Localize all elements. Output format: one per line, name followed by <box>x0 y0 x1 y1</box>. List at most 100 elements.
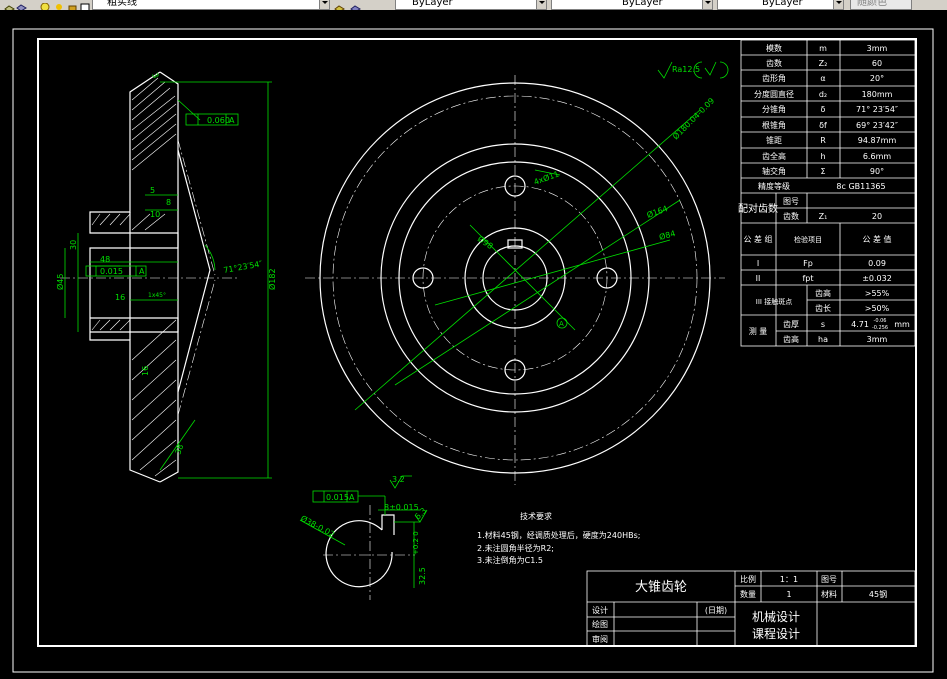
measure-lower-tol: -0.256 <box>872 325 888 331</box>
params-table-text: 模数 m 3mm 齿数 Z₂ 60 齿形角 α 20° 分度圆直径 d₂ 180… <box>738 43 910 344</box>
lock-icon[interactable] <box>67 0 78 10</box>
date-label: (日期) <box>705 606 727 615</box>
tech-requirements: 技术要求 1.材料45钢，经调质处理后，硬度为240HBs; 2.未注圆角半径为… <box>477 511 640 565</box>
chevron-down-icon[interactable] <box>833 0 843 9</box>
measure-value: 4.71 <box>851 320 869 329</box>
param-val: 94.87mm <box>858 136 897 145</box>
chamfer-label: 1x45° <box>148 292 166 299</box>
len48-label: 48 <box>100 255 110 264</box>
param-sym: d₂ <box>819 90 827 99</box>
chevron-down-icon[interactable] <box>536 0 546 9</box>
tol-value: ±0.032 <box>862 274 892 283</box>
phi84-label: Ø84 <box>658 228 677 242</box>
mating-drawing-no-label: 图号 <box>783 197 799 206</box>
keyway-datum-label: A <box>349 493 355 502</box>
hatching <box>91 77 177 477</box>
param-sym: m <box>819 44 827 53</box>
plotstyle-value: 随颜色 <box>857 0 887 8</box>
param-sym: h <box>820 152 825 161</box>
precision-value: 8c GB11365 <box>836 182 885 191</box>
lineweight-dropdown[interactable]: ByLayer <box>717 0 844 10</box>
tech-line-1: 1.材料45钢，经调质处理后，硬度为240HBs; <box>477 530 640 540</box>
measure-value: 3mm <box>867 335 888 344</box>
phi164-label: Ø164 <box>645 203 669 220</box>
contact-value: >55% <box>865 289 890 298</box>
param-val: 60 <box>872 59 882 68</box>
lightbulb-icon[interactable] <box>40 0 51 10</box>
measure-sym: s <box>821 320 825 329</box>
review-label: 审阅 <box>592 634 608 644</box>
color-swatch-icon <box>80 0 91 10</box>
keyway-tol-label: 0.015 <box>326 493 349 502</box>
phi98-label: Ø98 <box>476 233 495 251</box>
mating-label: 配对齿数 <box>738 202 778 215</box>
len16-label: 16 <box>115 293 125 302</box>
coax-datum-label: A <box>139 267 145 276</box>
svg-text:3: 3 <box>150 72 160 80</box>
front-dim-text: Ø180.04-0.09 Ø164 Ø84 Ø98 4xØ11 A Ra12.5 <box>476 65 716 328</box>
qty-value: 1 <box>786 590 791 599</box>
param-name: 锥距 <box>766 135 782 145</box>
lineweight-value: ByLayer <box>762 0 803 8</box>
phi180-label: Ø180.04-0.09 <box>670 95 716 141</box>
param-val: 3mm <box>867 44 888 53</box>
contact-item: 齿高 <box>815 288 831 298</box>
sun-icon[interactable] <box>54 0 65 10</box>
param-name: 齿数 <box>766 58 782 68</box>
param-val: 69° 23′42″ <box>856 121 898 130</box>
param-name: 分锥角 <box>762 104 786 114</box>
param-name: 齿全高 <box>762 151 786 161</box>
len8-label: 8 <box>166 198 171 207</box>
len10-label: 10 <box>150 210 160 219</box>
runout-tol-value: 0.060 <box>207 116 230 125</box>
param-name: 齿形角 <box>762 73 786 83</box>
layer-previous-icon[interactable] <box>350 0 361 10</box>
make-current-icon[interactable] <box>334 0 345 10</box>
len5-label: 5 <box>150 186 155 195</box>
mating-teeth-value: 20 <box>872 212 882 221</box>
linetype-value: ByLayer <box>622 0 663 8</box>
drawing-canvas[interactable]: 3 0.060 A Ø182 71°23′54″ 48 0.015 A 16 1… <box>0 10 947 679</box>
keyway-width-label: 8±0.015 <box>384 503 419 512</box>
section-dims <box>64 81 272 479</box>
tech-line-2: 2.未注圆角半径为R2; <box>477 543 554 553</box>
param-sym: Σ <box>820 167 825 176</box>
measure-unit: mm <box>894 320 910 329</box>
contact-item: 齿长 <box>815 303 831 313</box>
param-val: 6.6mm <box>863 152 892 161</box>
color-dropdown[interactable]: ByLayer <box>395 0 547 10</box>
course-line-1: 机械设计 <box>752 609 800 624</box>
param-val: 71° 23′54″ <box>856 105 898 114</box>
course-line-2: 课程设计 <box>752 626 800 641</box>
centerlines-section <box>60 139 240 416</box>
linetype-dropdown[interactable]: ByLayer <box>551 0 713 10</box>
bore-depth-label: 32.5 <box>418 567 427 585</box>
tol-head-item: 检验项目 <box>794 235 822 244</box>
layer-state-icon[interactable] <box>16 0 27 10</box>
chevron-down-icon[interactable] <box>319 0 329 9</box>
qty-label: 数量 <box>740 589 756 599</box>
title-block-text: 大锥齿轮 比例 1：1 图号 数量 1 材料 45钢 设计 (日期) 绘图 审阅… <box>592 574 887 644</box>
section-view <box>89 71 211 483</box>
material-value: 45钢 <box>869 589 887 599</box>
measure-item: 齿厚 <box>783 320 799 329</box>
param-sym: δ <box>821 105 826 114</box>
param-val: 20° <box>870 74 884 83</box>
layer-manager-icon[interactable] <box>4 0 15 10</box>
cone-angle-label: 71°23′54″ <box>223 259 263 275</box>
param-val: 180mm <box>862 90 893 99</box>
tol-head-value: 公 差 值 <box>862 234 891 244</box>
drawing-svg: 3 0.060 A Ø182 71°23′54″ 48 0.015 A 16 1… <box>12 28 934 673</box>
tol-item: fpt <box>802 274 813 283</box>
drawing-no-label: 图号 <box>821 575 837 584</box>
layer-dropdown[interactable]: 粗实线 <box>92 0 330 10</box>
contact-group: III 接触斑点 <box>756 297 792 306</box>
design-label: 设计 <box>592 605 608 615</box>
datum-a-label: A <box>229 116 235 125</box>
plotstyle-dropdown[interactable]: 随颜色 <box>850 0 912 10</box>
param-sym: R <box>820 136 826 145</box>
leader-a-label: A <box>559 320 564 328</box>
param-sym: δf <box>819 121 827 130</box>
chevron-down-icon[interactable] <box>702 0 712 9</box>
ra32a-label: 3.2 <box>392 475 405 484</box>
